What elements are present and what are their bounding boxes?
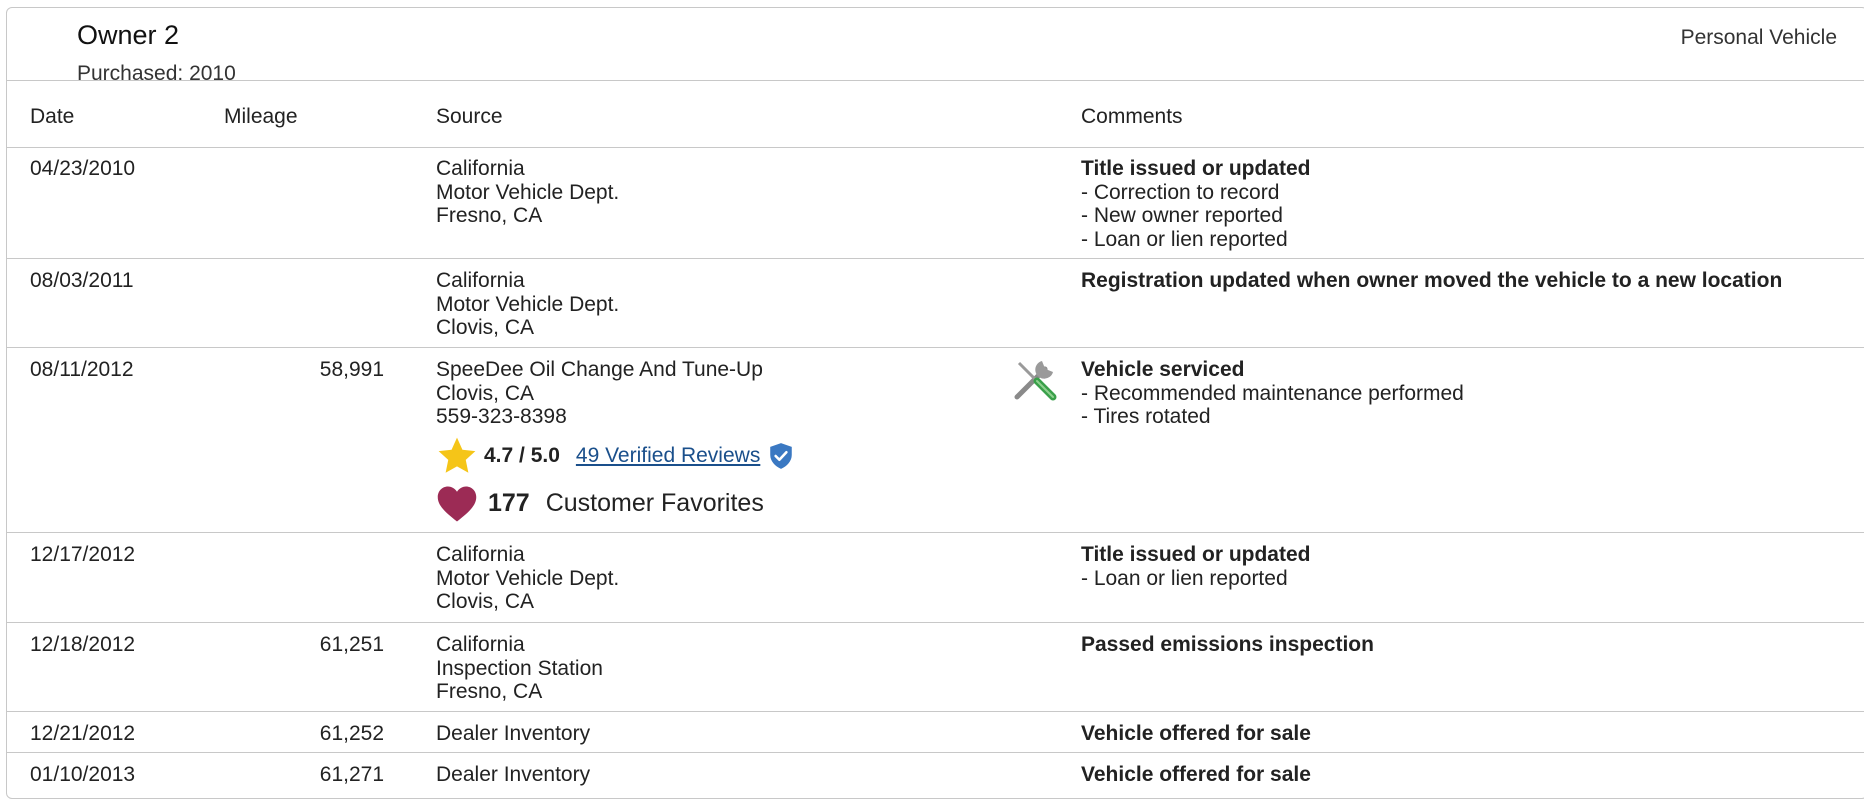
row-date: 04/23/2010 — [30, 157, 136, 180]
header-date: Date — [30, 105, 75, 128]
row-source: SpeeDee Oil Change And Tune-Up Clovis, C… — [436, 358, 794, 526]
source-line: Clovis, CA — [436, 316, 535, 339]
source-line: California — [436, 269, 525, 292]
source-line: Fresno, CA — [436, 680, 543, 703]
row-comments: Title issued or updated - Correction to … — [1081, 157, 1861, 251]
favorites-count: 177 — [488, 488, 530, 517]
row-comments: Title issued or updated - Loan or lien r… — [1081, 543, 1861, 590]
vehicle-type: Personal Vehicle — [1680, 26, 1837, 49]
row-mileage: 58,991 — [319, 358, 384, 381]
source-line: Motor Vehicle Dept. — [436, 566, 620, 590]
source-line: California — [436, 543, 525, 566]
row-source: California Inspection Station Fresno, CA — [436, 633, 603, 704]
verified-reviews-link[interactable]: 49 Verified Reviews — [576, 444, 760, 468]
source-line: Fresno, CA — [436, 204, 543, 227]
table-header: Date Mileage Source Comments — [7, 80, 1864, 148]
row-date: 12/21/2012 — [30, 722, 136, 745]
row-source: California Motor Vehicle Dept. Fresno, C… — [436, 157, 619, 228]
comment-detail: - Loan or lien reported — [1081, 227, 1288, 251]
header-mileage: Mileage — [224, 105, 298, 128]
favorites-line: 177 Customer Favorites — [436, 482, 794, 526]
shop-name: SpeeDee Oil Change And Tune-Up — [436, 358, 763, 381]
table-row: 12/17/2012 California Motor Vehicle Dept… — [7, 532, 1864, 623]
header-source: Source — [436, 105, 503, 128]
source-line: Inspection Station — [436, 656, 603, 680]
row-source: California Motor Vehicle Dept. Clovis, C… — [436, 269, 619, 340]
table-row: 08/11/2012 58,991 SpeeDee Oil Change And… — [7, 347, 1864, 533]
shop-phone: 559-323-8398 — [436, 405, 567, 428]
row-date: 08/03/2011 — [30, 269, 134, 292]
owner-title: Owner 2 — [77, 20, 180, 50]
source-line: Dealer Inventory — [436, 763, 591, 786]
comment-title: Title issued or updated — [1081, 543, 1311, 566]
row-date: 08/11/2012 — [30, 358, 134, 381]
table-row: 01/10/2013 61,271 Dealer Inventory Vehic… — [7, 752, 1864, 796]
table-row: 08/03/2011 California Motor Vehicle Dept… — [7, 258, 1864, 348]
comment-detail: - Loan or lien reported — [1081, 566, 1288, 590]
row-source: California Motor Vehicle Dept. Clovis, C… — [436, 543, 619, 614]
wrench-screwdriver-icon — [1014, 361, 1057, 401]
source-line: Motor Vehicle Dept. — [436, 292, 620, 316]
row-mileage: 61,271 — [319, 763, 384, 786]
row-date: 12/17/2012 — [30, 543, 136, 566]
row-date: 01/10/2013 — [30, 763, 136, 786]
row-comments: Registration updated when owner moved th… — [1081, 269, 1861, 293]
source-line: California — [436, 633, 525, 656]
source-line: Clovis, CA — [436, 381, 535, 405]
favorites-label: Customer Favorites — [545, 488, 764, 517]
owner-history-card: Owner 2 Purchased: 2010 Personal Vehicle… — [6, 7, 1864, 799]
comment-title: Vehicle serviced — [1081, 358, 1245, 381]
heart-icon — [437, 486, 477, 521]
star-icon — [438, 437, 476, 473]
comment-detail: - Tires rotated — [1081, 405, 1211, 428]
rating-score: 4.7 / 5.0 — [484, 443, 560, 467]
table-row: 04/23/2010 California Motor Vehicle Dept… — [7, 146, 1864, 259]
comment-title: Vehicle offered for sale — [1081, 722, 1311, 745]
row-comments: Vehicle offered for sale — [1081, 763, 1861, 787]
comment-title: Passed emissions inspection — [1081, 633, 1374, 656]
source-line: Motor Vehicle Dept. — [436, 180, 620, 204]
comment-detail: - Recommended maintenance performed — [1081, 381, 1464, 405]
row-comments: Passed emissions inspection — [1081, 633, 1861, 657]
table-row: 12/18/2012 61,251 California Inspection … — [7, 622, 1864, 712]
row-date: 12/18/2012 — [30, 633, 136, 656]
comment-detail: - New owner reported — [1081, 204, 1283, 227]
comment-title: Vehicle offered for sale — [1081, 763, 1311, 786]
row-mileage: 61,251 — [319, 633, 384, 656]
row-source: Dealer Inventory — [436, 722, 590, 746]
row-comments: Vehicle offered for sale — [1081, 722, 1861, 746]
row-source: Dealer Inventory — [436, 763, 590, 787]
verified-shield-icon — [770, 442, 793, 469]
table-row: 12/21/2012 61,252 Dealer Inventory Vehic… — [7, 711, 1864, 753]
comment-title: Registration updated when owner moved th… — [1081, 269, 1783, 292]
source-line: California — [436, 157, 525, 180]
source-line: Clovis, CA — [436, 590, 535, 613]
row-mileage: 61,252 — [319, 722, 384, 745]
row-comments: Vehicle serviced - Recommended maintenan… — [1081, 358, 1861, 429]
source-line: Dealer Inventory — [436, 722, 591, 745]
header-comments: Comments — [1081, 105, 1183, 128]
rating-line: 4.7 / 5.0 49 Verified Reviews — [436, 436, 794, 476]
comment-title: Title issued or updated — [1081, 157, 1311, 180]
comment-detail: - Correction to record — [1081, 180, 1280, 204]
